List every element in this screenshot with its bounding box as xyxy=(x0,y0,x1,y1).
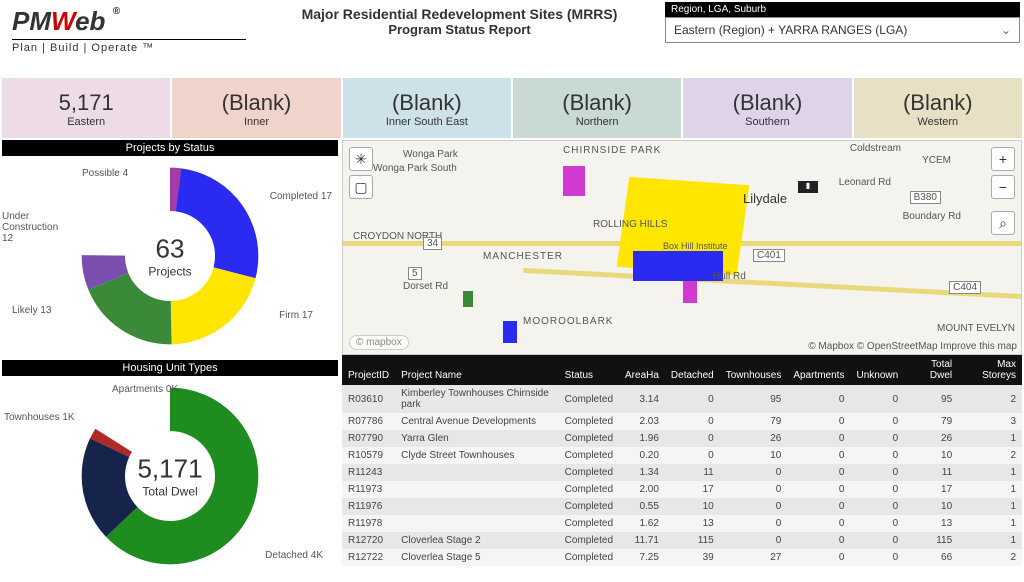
kpi-northern[interactable]: (Blank)Northern xyxy=(513,78,681,138)
col-header[interactable]: Max Storeys xyxy=(958,355,1022,385)
table-row[interactable]: R12720Cloverlea Stage 2Completed11.71115… xyxy=(342,532,1022,549)
table-row[interactable]: R11243Completed1.3411000111 xyxy=(342,464,1022,481)
region-filter[interactable]: Region, LGA, Suburb Eastern (Region) + Y… xyxy=(665,2,1020,43)
col-header[interactable]: Townhouses xyxy=(720,355,788,385)
zoom-out-button[interactable]: − xyxy=(991,175,1015,199)
kpi-eastern[interactable]: 5,171Eastern xyxy=(2,78,170,138)
col-header[interactable]: AreaHa xyxy=(619,355,665,385)
zoom-in-button[interactable]: + xyxy=(991,147,1015,171)
table-row[interactable]: R07786Central Avenue DevelopmentsComplet… xyxy=(342,413,1022,430)
page-title: Major Residential Redevelopment Sites (M… xyxy=(254,2,665,37)
chevron-down-icon: ⌄ xyxy=(1001,23,1011,37)
col-header[interactable]: Apartments xyxy=(787,355,850,385)
table-row[interactable]: R11976Completed0.5510000101 xyxy=(342,498,1022,515)
kpi-southern[interactable]: (Blank)Southern xyxy=(683,78,851,138)
header: PMWeb ® Plan | Build | Operate ™ Major R… xyxy=(0,0,1024,78)
kpi-row: 5,171Eastern (Blank)Inner (Blank)Inner S… xyxy=(0,78,1024,138)
housing-donut[interactable]: 5,171Total Dwel Apartments 0K Townhouses… xyxy=(2,376,338,576)
map-attribution[interactable]: © Mapbox © OpenStreetMap Improve this ma… xyxy=(808,341,1017,352)
table-row[interactable]: R11973Completed2.0017000171 xyxy=(342,481,1022,498)
projects-table[interactable]: ProjectIDProject NameStatusAreaHaDetache… xyxy=(342,355,1022,578)
search-icon[interactable]: ⌕ xyxy=(991,211,1015,235)
kpi-western[interactable]: (Blank)Western xyxy=(854,78,1022,138)
table-row[interactable]: R07790Yarra GlenCompleted1.9602600261 xyxy=(342,430,1022,447)
col-header[interactable]: Project Name xyxy=(395,355,559,385)
filter-label: Region, LGA, Suburb xyxy=(665,2,1020,17)
mapbox-logo: © mapbox xyxy=(349,335,409,350)
projects-by-status-card: Projects by Status 63Projects Completed … xyxy=(2,140,338,356)
col-header[interactable]: ProjectID xyxy=(342,355,395,385)
compass-icon[interactable]: ✳ xyxy=(349,147,373,171)
card-title: Projects by Status xyxy=(2,140,338,156)
table-row[interactable]: R03610Kimberley Townhouses Chirnside par… xyxy=(342,385,1022,413)
frame-icon[interactable]: ▢ xyxy=(349,175,373,199)
table-row[interactable]: R12722Cloverlea Stage 5Completed7.253927… xyxy=(342,549,1022,566)
kpi-inner[interactable]: (Blank)Inner xyxy=(172,78,340,138)
logo: PMWeb ® Plan | Build | Operate ™ xyxy=(4,2,254,58)
col-header[interactable]: Status xyxy=(559,355,619,385)
card-title: Housing Unit Types xyxy=(2,360,338,376)
housing-types-card: Housing Unit Types 5,171Total Dwel Apart… xyxy=(2,360,338,576)
table-row[interactable]: R10579Clyde Street TownhousesCompleted0.… xyxy=(342,447,1022,464)
col-header[interactable]: Total Dwel xyxy=(904,355,958,385)
filter-dropdown[interactable]: Eastern (Region) + YARRA RANGES (LGA) ⌄ xyxy=(665,17,1020,43)
status-donut[interactable]: 63Projects Completed 17 Firm 17 Likely 1… xyxy=(2,156,338,356)
map[interactable]: ▮ Wonga Park Wonga Park South CHIRNSIDE … xyxy=(342,140,1022,355)
col-header[interactable]: Unknown xyxy=(850,355,904,385)
table-row[interactable]: R11978Completed1.6213000131 xyxy=(342,515,1022,532)
col-header[interactable]: Detached xyxy=(665,355,720,385)
kpi-inner-south-east[interactable]: (Blank)Inner South East xyxy=(343,78,511,138)
filter-value: Eastern (Region) + YARRA RANGES (LGA) xyxy=(674,23,907,37)
